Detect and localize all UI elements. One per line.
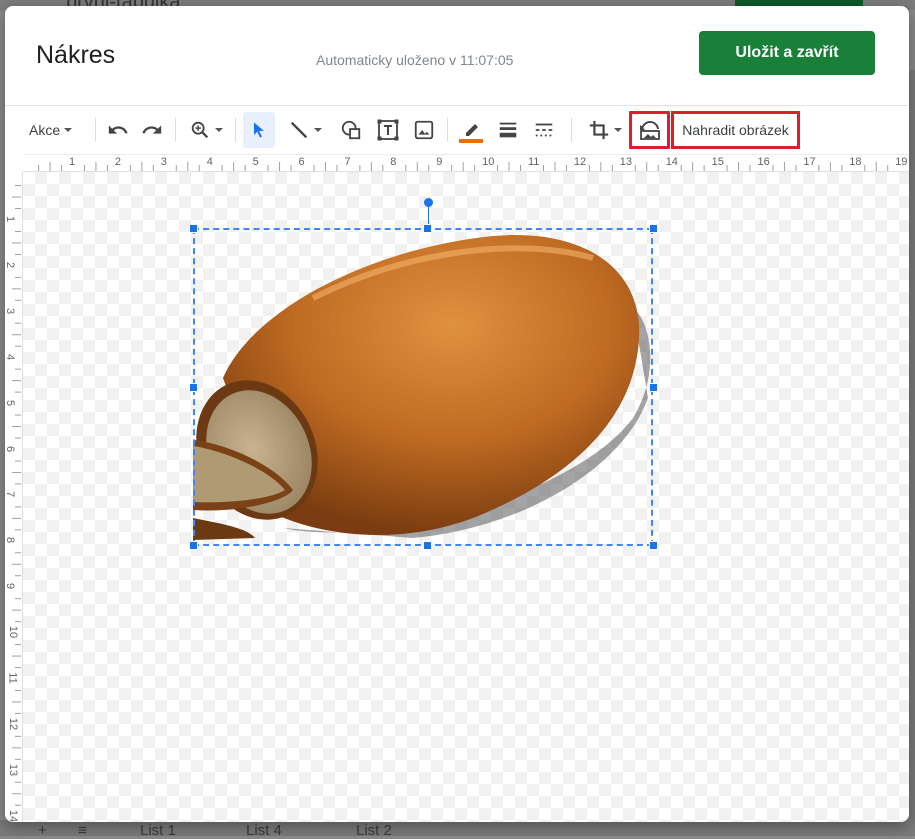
resize-handle-bottom-left[interactable]	[189, 541, 198, 550]
text-box-button[interactable]	[373, 106, 403, 154]
undo-button[interactable]	[104, 106, 132, 154]
resize-handle-bottom[interactable]	[423, 541, 432, 550]
ruler-number: 11	[6, 672, 19, 684]
ruler-number: 13	[7, 763, 20, 776]
redo-icon	[142, 125, 162, 134]
ruler-number: 18	[849, 156, 862, 168]
replace-image-text-button[interactable]: Nahradit obrázek	[671, 111, 800, 149]
ruler-number: 4	[206, 156, 213, 168]
replace-image-icon	[639, 120, 660, 140]
ruler-number: 8	[390, 156, 397, 168]
add-sheet-icon: +	[38, 822, 47, 839]
ruler-number: 3	[160, 156, 167, 168]
resize-handle-top-left[interactable]	[189, 224, 198, 233]
ruler-number: 13	[619, 156, 633, 168]
ruler-number: 7	[344, 156, 351, 168]
ruler-number: 3	[5, 307, 17, 314]
border-weight-icon	[499, 122, 517, 138]
resize-handle-top[interactable]	[423, 224, 432, 233]
sheet-tab-2: List 4	[246, 822, 282, 839]
rotation-handle[interactable]	[424, 198, 433, 207]
chevron-down-icon	[64, 128, 73, 132]
horizontal-ruler: 1 2 3 4 5 6 7 8 9 10 11 12 13 14 15 16 17 18 19	[23, 154, 909, 172]
toolbar-divider	[447, 118, 448, 142]
ruler-number: 17	[803, 156, 816, 168]
ruler-number: 2	[5, 261, 17, 268]
sheet-tab-3: List 2	[356, 822, 392, 839]
ruler-number: 15	[711, 156, 724, 168]
crop-icon	[589, 120, 609, 140]
resize-handle-right[interactable]	[649, 383, 658, 392]
zoom-icon	[191, 121, 209, 139]
ruler-number: 8	[5, 537, 17, 544]
image-icon	[414, 120, 434, 140]
toolbar-divider	[235, 118, 236, 142]
select-icon	[254, 122, 264, 138]
ruler-number: 6	[5, 445, 17, 452]
all-sheets-icon: ≡	[78, 822, 87, 839]
ruler-number: 4	[5, 353, 17, 360]
dialog-header: Nákres Automaticky uloženo v 11:07:05 Ul…	[5, 6, 909, 106]
replace-image-label: Nahradit obrázek	[682, 122, 789, 138]
ruler-number: 12	[573, 156, 587, 168]
drawing-dialog: Nákres Automaticky uloženo v 11:07:05 Ul…	[5, 6, 909, 822]
vertical-ruler: 1 2 3 4 5 6 7 8 9 10 11 12 13 14	[5, 172, 23, 822]
border-weight-button[interactable]	[493, 106, 523, 154]
zoom-button[interactable]	[185, 106, 227, 154]
crop-button[interactable]	[581, 106, 629, 154]
ruler-number: 11	[528, 156, 540, 168]
toolbar-divider	[95, 118, 96, 142]
drawing-toolbar: Akce Nahradit obrázek	[5, 106, 909, 154]
dialog-title: Nákres	[36, 41, 116, 69]
replace-image-button[interactable]	[629, 111, 670, 149]
chevron-down-icon	[314, 128, 322, 132]
drawing-canvas[interactable]	[23, 172, 909, 822]
ruler-number: 1	[5, 215, 17, 223]
horizontal-ruler-ticks	[38, 162, 889, 171]
ruler-number: 6	[298, 156, 305, 168]
select-tool-button[interactable]	[243, 112, 275, 148]
border-dash-button[interactable]	[529, 106, 559, 154]
toolbar-divider	[175, 118, 176, 142]
border-dash-icon	[535, 123, 553, 137]
shape-tool-button[interactable]	[337, 106, 365, 154]
save-and-close-button[interactable]: Uložit a zavřít	[699, 31, 875, 75]
ruler-number: 16	[757, 156, 770, 168]
chevron-down-icon	[614, 128, 622, 132]
ruler-number: 10	[482, 156, 495, 168]
ruler-number: 9	[436, 156, 443, 168]
text-box-icon	[377, 119, 399, 141]
ruler-number: 14	[7, 809, 20, 822]
toolbar-divider	[571, 118, 572, 142]
ruler-number: 2	[114, 156, 122, 168]
border-color-icon	[459, 124, 483, 143]
ruler-number: 10	[7, 625, 20, 639]
border-color-button[interactable]	[455, 106, 487, 154]
undo-icon	[108, 125, 128, 134]
ruler-number: 9	[5, 583, 17, 590]
actions-menu-label: Akce	[29, 122, 61, 138]
ruler-number: 12	[7, 717, 20, 731]
image-button[interactable]	[409, 106, 439, 154]
redo-button[interactable]	[138, 106, 166, 154]
resize-handle-bottom-right[interactable]	[649, 541, 658, 550]
line-icon	[290, 121, 308, 139]
image-selection-frame	[193, 228, 653, 546]
ruler-number: 14	[665, 156, 678, 168]
background-sheet-tabs-bar: + ≡ List 1 List 4 List 2	[0, 820, 915, 839]
resize-handle-top-right[interactable]	[649, 224, 658, 233]
ruler-number: 7	[5, 491, 17, 498]
sheet-tab-1: List 1	[140, 822, 176, 839]
ruler-number: 1	[69, 156, 76, 168]
line-tool-button[interactable]	[281, 106, 329, 154]
ruler-number: 5	[252, 156, 259, 168]
ruler-number: 19	[895, 156, 908, 168]
autosave-status: Automaticky uloženo v 11:07:05	[316, 52, 514, 68]
resize-handle-left[interactable]	[189, 383, 198, 392]
shape-icon	[341, 120, 361, 140]
ruler-number: 5	[5, 399, 17, 406]
chevron-down-icon	[215, 128, 223, 132]
actions-menu[interactable]: Akce	[29, 106, 89, 154]
